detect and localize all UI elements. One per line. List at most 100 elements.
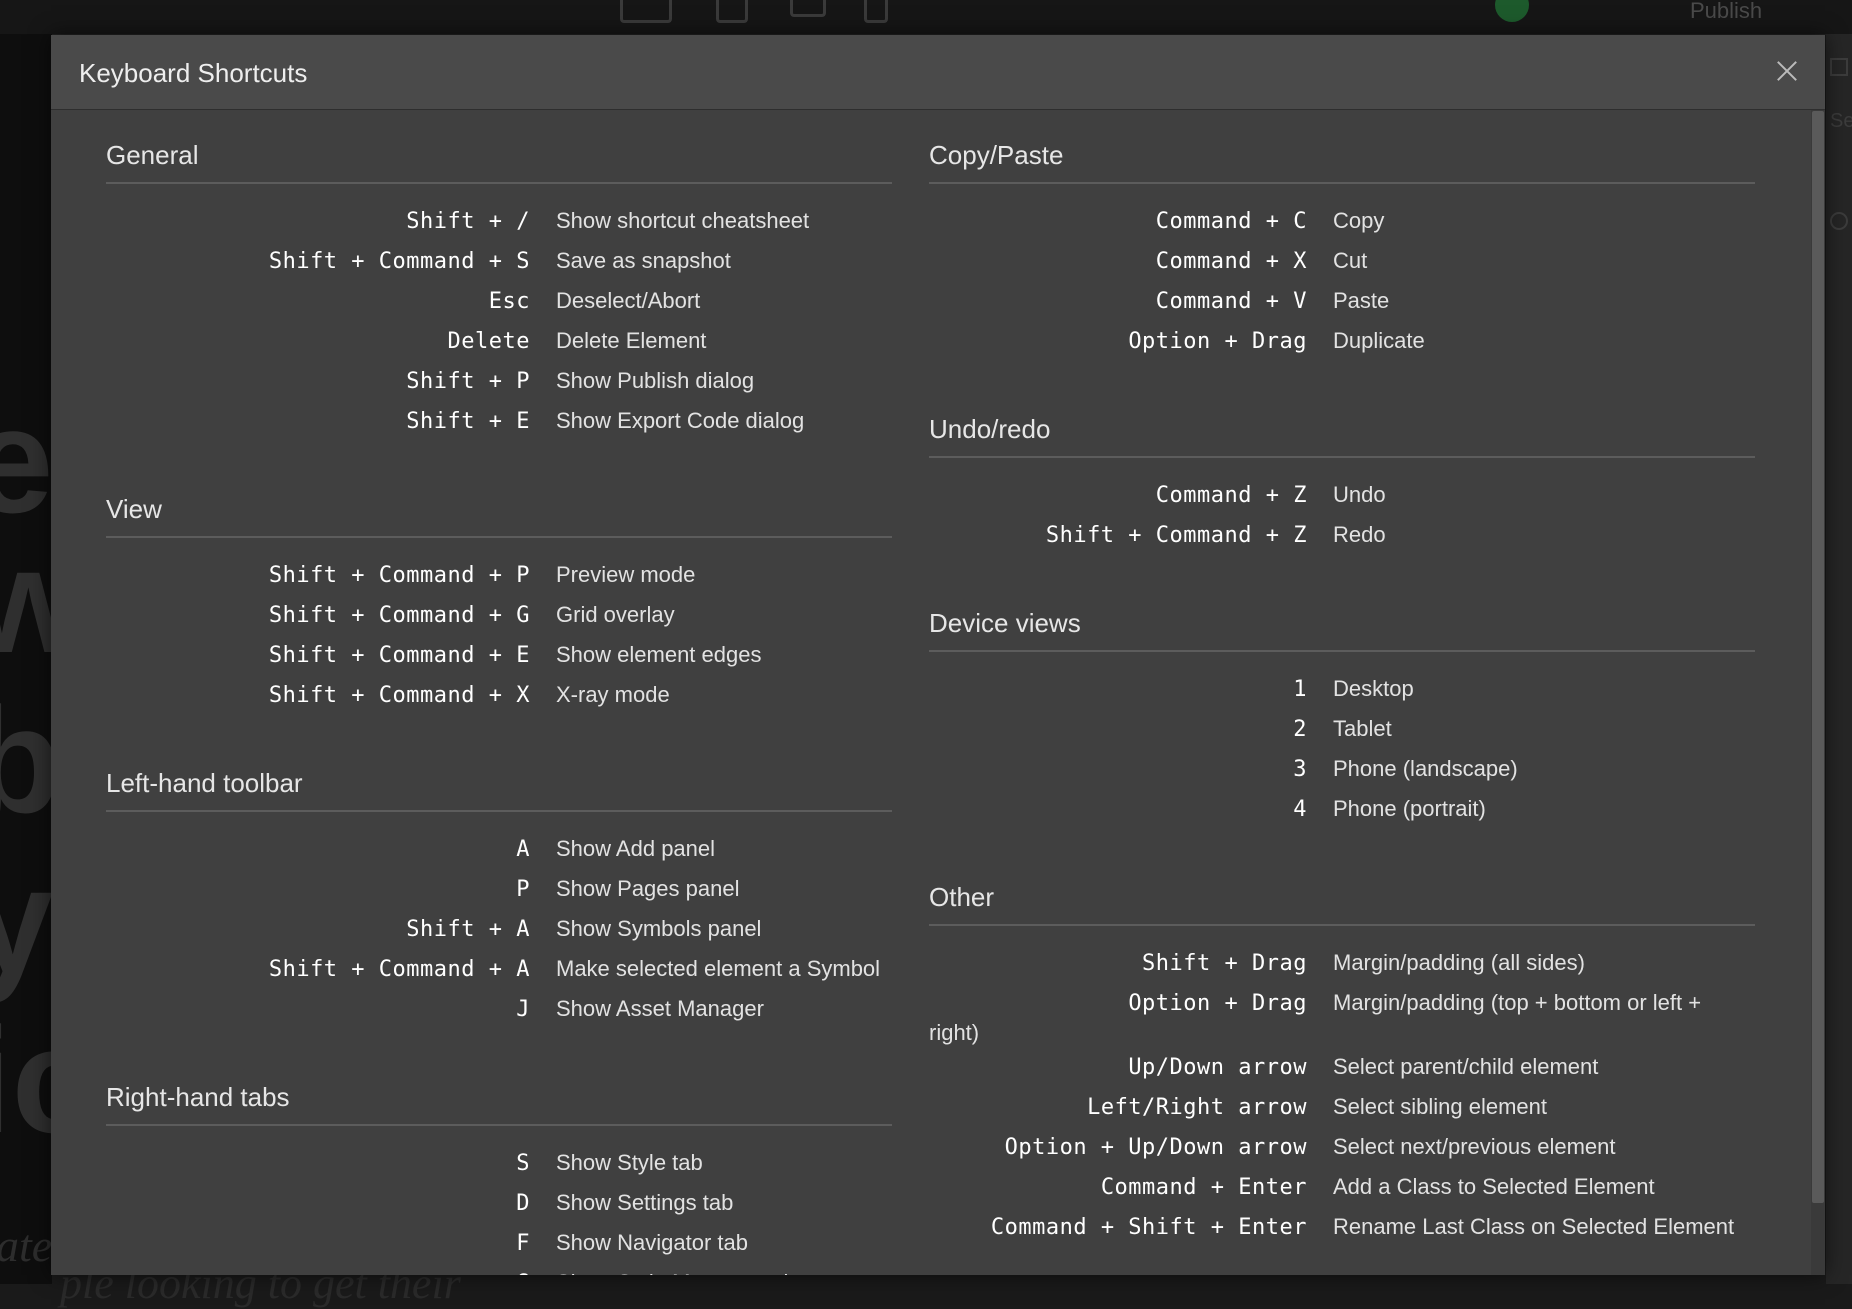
shortcut-description: Show Export Code dialog (556, 408, 805, 433)
shortcut-row: J Show Asset Manager (106, 996, 892, 1036)
shortcut-keys: Up/Down arrow (1128, 1055, 1307, 1080)
keyboard-shortcuts-modal: Keyboard Shortcuts General Shift + / Show … (51, 35, 1825, 1275)
section-title: View (106, 494, 892, 538)
shortcut-keys: J (516, 997, 530, 1022)
section-view: View Shift + Command + P Preview mode Shift… (106, 494, 892, 722)
app-topbar: Publish (0, 0, 1852, 35)
shortcut-description: Show shortcut cheatsheet (556, 208, 810, 233)
shortcut-description: Cut (1333, 248, 1368, 273)
scrollbar-thumb[interactable] (1812, 111, 1824, 1203)
shortcut-row: 4 Phone (portrait) (929, 796, 1755, 836)
shortcut-description: Phone (portrait) (1333, 796, 1486, 821)
shortcut-description: Show Navigator tab (556, 1230, 748, 1255)
shortcut-row: Esc Deselect/Abort (106, 288, 892, 328)
shortcut-keys: A (516, 837, 530, 862)
shortcut-description: Save as snapshot (556, 248, 731, 273)
shortcut-row: Command + Z Undo (929, 482, 1755, 522)
shortcut-row: Shift + Command + E Show element edges (106, 642, 892, 682)
shortcut-row: 1 Desktop (929, 676, 1755, 716)
right-panel-background: Se (1826, 34, 1852, 1284)
shortcut-row: S Show Style tab (106, 1150, 892, 1190)
shortcut-keys: 2 (1293, 717, 1307, 742)
section-title: Copy/Paste (929, 140, 1755, 184)
section-left-hand-toolbar: Left-hand toolbar A Show Add panel P Show Pa… (106, 768, 892, 1036)
phone-portrait-icon[interactable] (864, 0, 888, 23)
shortcut-keys: Shift + Command + G (268, 603, 530, 628)
shortcut-row: A Show Add panel (106, 836, 892, 876)
shortcut-description: Preview mode (556, 562, 696, 587)
shortcut-keys: P (516, 877, 530, 902)
shortcut-description: X-ray mode (556, 682, 670, 707)
shortcut-row: Up/Down arrow Select parent/child element (929, 1054, 1755, 1094)
shortcut-keys: Esc (488, 289, 530, 314)
shortcut-keys: G (106, 1271, 556, 1275)
shortcut-row: Shift + Command + X X-ray mode (106, 682, 892, 722)
shortcut-description: Tablet (1333, 716, 1392, 741)
shortcut-row: Left/Right arrow Select sibling element (929, 1094, 1755, 1134)
shortcut-keys: Left/Right arrow (1087, 1095, 1307, 1120)
shortcut-row: Option + Up/Down arrow Select next/previo… (929, 1134, 1755, 1174)
shortcut-row: Option + Drag Duplicate (929, 328, 1755, 368)
shortcut-row: Command + X Cut (929, 248, 1755, 288)
shortcut-description: Margin/padding (all sides) (1333, 950, 1585, 975)
bg-text: w (0, 514, 52, 687)
shortcut-description: Copy (1333, 208, 1385, 233)
shortcut-keys: Shift + A (406, 917, 530, 942)
shortcut-keys: Command + C (1155, 209, 1307, 234)
shortcut-keys: Option + Drag (1128, 991, 1307, 1016)
shortcut-keys: 4 (1293, 797, 1307, 822)
publish-button[interactable]: Publish (1690, 0, 1762, 24)
phone-landscape-icon[interactable] (790, 0, 826, 17)
shortcut-description: Desktop (1333, 676, 1414, 701)
shortcut-row: Shift + Command + P Preview mode (106, 562, 892, 602)
shortcut-description: Show Style tab (556, 1150, 703, 1175)
shortcut-row: 2 Tablet (929, 716, 1755, 756)
section-title: Other (929, 882, 1755, 926)
shortcut-description: Redo (1333, 522, 1386, 547)
shortcut-keys: Shift + Command + Z (1045, 523, 1307, 548)
close-icon[interactable] (1771, 55, 1803, 87)
shortcut-keys: D (516, 1191, 530, 1216)
shortcuts-left-column: General Shift + / Show shortcut cheatsheet… (106, 140, 892, 1275)
shortcut-description: Add a Class to Selected Element (1333, 1174, 1655, 1199)
shortcut-row: Shift + Command + G Grid overlay (106, 602, 892, 642)
modal-header: Keyboard Shortcuts (51, 35, 1825, 110)
checkbox-icon (1830, 58, 1848, 76)
shortcut-row: 3 Phone (landscape) (929, 756, 1755, 796)
shortcut-description: Margin/padding (top + bottom or left + (1333, 990, 1702, 1015)
section-right-hand-tabs: Right-hand tabs S Show Style tab D Show Sett… (106, 1082, 892, 1275)
shortcut-keys: Command + Z (1155, 483, 1307, 508)
shortcut-keys: Shift + Command + E (268, 643, 530, 668)
shortcut-description: Delete Element (556, 328, 707, 353)
shortcut-description: Show Publish dialog (556, 368, 755, 393)
shortcut-description: Select sibling element (1333, 1094, 1548, 1119)
section-device-views: Device views 1 Desktop 2 Tablet 3 Phone (lands… (929, 608, 1755, 836)
shortcut-keys: Command + X (1155, 249, 1307, 274)
shortcut-row: Command + Enter Add a Class to Selected E… (929, 1174, 1755, 1214)
shortcut-row: Command + C Copy (929, 208, 1755, 248)
shortcut-keys: Option + Up/Down arrow (1004, 1135, 1307, 1160)
canvas-background: e w b yl ic ate (0, 34, 52, 1284)
shortcut-description: Show Settings tab (556, 1190, 734, 1215)
shortcut-description: Show Add panel (556, 836, 716, 861)
tablet-view-icon[interactable] (716, 0, 748, 23)
shortcut-row: GShow Style Manager tab (106, 1270, 892, 1275)
section-title: General (106, 140, 892, 184)
desktop-view-icon[interactable] (620, 0, 672, 23)
shortcut-description: Deselect/Abort (556, 288, 701, 313)
shortcut-row: Delete Delete Element (106, 328, 892, 368)
shortcut-description: Show Symbols panel (556, 916, 762, 941)
shortcut-description: Show element edges (556, 642, 762, 667)
shortcut-row: Shift + Command + S Save as snapshot (106, 248, 892, 288)
shortcut-description: Make selected element a Symbol (556, 956, 881, 981)
shortcut-row: Option + Drag Margin/padding (top + botto… (929, 990, 1755, 1054)
shortcuts-right-column: Copy/Paste Command + C Copy Command + X Cut C… (929, 140, 1755, 1275)
shortcut-row: Shift + E Show Export Code dialog (106, 408, 892, 448)
shortcut-keys: Shift + Command + X (268, 683, 530, 708)
shortcut-keys: F (516, 1231, 530, 1256)
shortcut-description: Select parent/child element (1333, 1054, 1599, 1079)
shortcut-keys: Shift + Command + P (268, 563, 530, 588)
modal-title: Keyboard Shortcuts (79, 58, 308, 88)
shortcut-description: Phone (landscape) (1333, 756, 1518, 781)
section-title: Right-hand tabs (106, 1082, 892, 1126)
